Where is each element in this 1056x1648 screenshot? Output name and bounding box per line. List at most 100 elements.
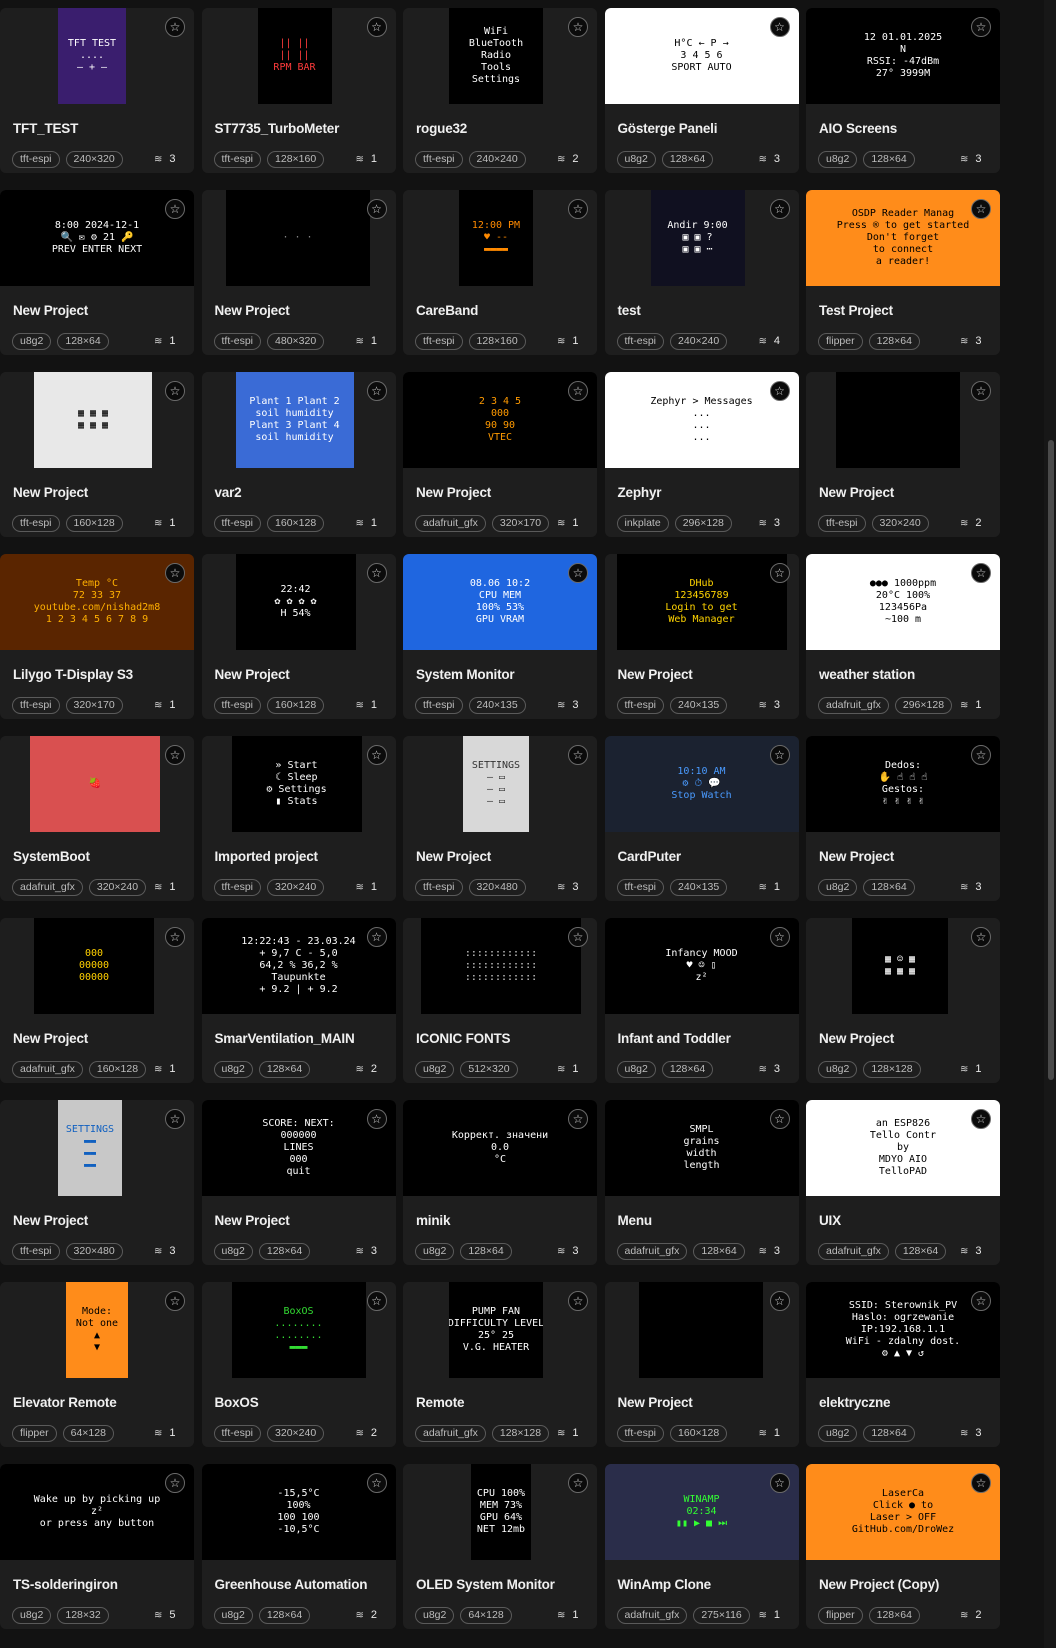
project-title[interactable]: weather station [819, 667, 915, 682]
project-title[interactable]: AIO Screens [819, 121, 897, 136]
project-title[interactable]: New Project (Copy) [819, 1577, 939, 1592]
project-title[interactable]: New Project [819, 485, 894, 500]
project-title[interactable]: WinAmp Clone [618, 1577, 712, 1592]
project-card[interactable]: CPU 100% MEM 73% GPU 64% NET 12mb ☆ OLED Syst… [403, 1464, 597, 1629]
favorite-button[interactable]: ☆ [971, 17, 991, 37]
project-title[interactable]: Gösterge Paneli [618, 121, 718, 136]
project-card[interactable]: 12:00 PM ♥ -- ▬▬▬▬ ☆ CareBand tft-espi 128×160… [403, 190, 597, 355]
project-title[interactable]: TFT_TEST [13, 121, 78, 136]
thumbnail-area[interactable]: BoxOS................ ▬▬▬ [201, 1282, 396, 1378]
favorite-button[interactable]: ☆ [971, 563, 991, 583]
favorite-button[interactable]: ☆ [165, 1473, 185, 1493]
favorite-button[interactable]: ☆ [568, 563, 588, 583]
project-title[interactable]: Test Project [819, 303, 893, 318]
favorite-button[interactable]: ☆ [165, 381, 185, 401]
project-thumbnail[interactable]: WINAMP 02:34 ▮▮ ▶ ■ ⏭ [604, 1464, 799, 1560]
favorite-button[interactable]: ☆ [769, 199, 790, 219]
project-card[interactable]: 10:10 AM ⚙ ⏱ 💬 Stop Watch ☆ CardPuter tft-esp… [604, 736, 799, 901]
project-card[interactable]: ▦ ▦ ▦ ▦ ▦ ▦ ☆ New Project tft-espi 160×128 ≋ 1 [0, 372, 194, 537]
favorite-button[interactable]: ☆ [769, 745, 790, 765]
favorite-button[interactable]: ☆ [366, 1109, 387, 1129]
project-title[interactable]: New Project [13, 303, 88, 318]
project-title[interactable]: New Project [13, 1213, 88, 1228]
project-title[interactable]: Elevator Remote [13, 1395, 117, 1410]
project-title[interactable]: SystemBoot [13, 849, 90, 864]
favorite-button[interactable]: ☆ [971, 1291, 991, 1311]
project-thumbnail[interactable]: ▦ ☺ ▦ ▦ ▦ ▦ [852, 918, 948, 1014]
thumbnail-area[interactable]: 22:42 ✿ ✿ ✿ ✿ H 54% [201, 554, 396, 650]
project-thumbnail[interactable]: || || || || RPM BAR [257, 8, 332, 104]
project-title[interactable]: test [618, 303, 641, 318]
project-title[interactable]: minik [416, 1213, 450, 1228]
project-card[interactable]: ☆ New Project tft-espi 320×240 ≋ 2 [806, 372, 1000, 537]
thumbnail-area[interactable]: Infancy MOOD ♥ ☺ ▯ z² [604, 918, 799, 1014]
project-thumbnail[interactable]: Infancy MOOD ♥ ☺ ▯ z² [604, 918, 799, 1014]
favorite-button[interactable]: ☆ [366, 17, 387, 37]
project-thumbnail[interactable]: 10:10 AM ⚙ ⏱ 💬 Stop Watch [604, 736, 799, 832]
project-card[interactable]: H°C ← P → 3 4 5 6 SPORT AUTO ☆ Gösterge Pane… [604, 8, 799, 173]
favorite-button[interactable]: ☆ [769, 1473, 790, 1493]
favorite-button[interactable]: ☆ [366, 1291, 387, 1311]
thumbnail-area[interactable]: -15,5°C 100% 100 100 -10,5°C [201, 1464, 396, 1560]
project-card[interactable]: an ESP826 Tello Contr by MDYO AIO TelloPAD ☆ U… [806, 1100, 1000, 1265]
project-title[interactable]: Greenhouse Automation [215, 1577, 368, 1592]
project-card[interactable]: » Start ☾ Sleep ⚙ Settings ▮ Stats ☆ Imported… [201, 736, 396, 901]
favorite-button[interactable]: ☆ [165, 927, 185, 947]
thumbnail-area[interactable]: » Start ☾ Sleep ⚙ Settings ▮ Stats [201, 736, 396, 832]
project-title[interactable]: New Project [819, 849, 894, 864]
project-title[interactable]: System Monitor [416, 667, 515, 682]
project-card[interactable]: -15,5°C 100% 100 100 -10,5°C ☆ Greenhouse Aut… [201, 1464, 396, 1629]
project-title[interactable]: New Project [215, 1213, 290, 1228]
favorite-button[interactable]: ☆ [568, 17, 588, 37]
project-title[interactable]: Zephyr [618, 485, 662, 500]
thumbnail-area[interactable] [604, 1282, 799, 1378]
project-card[interactable]: 🍓 ☆ SystemBoot adafruit_gfx 320×240 ≋ 1 [0, 736, 194, 901]
favorite-button[interactable]: ☆ [366, 381, 387, 401]
project-thumbnail[interactable]: PUMP FAN DIFFICULTY LEVEL 25° 25 V.G. HEATE… [449, 1282, 543, 1378]
favorite-button[interactable]: ☆ [769, 1109, 790, 1129]
project-card[interactable]: ●●● 1000ppm 20°C 100% 123456Pa ~100 m ☆ weath… [806, 554, 1000, 719]
project-thumbnail[interactable]: Plant 1 Plant 2 soil humidity Plant 3 Plan… [235, 372, 354, 468]
thumbnail-area[interactable]: SCORE: NEXT: 000000 LINES 000 quit [201, 1100, 396, 1196]
favorite-button[interactable]: ☆ [568, 927, 588, 947]
project-card[interactable]: · · · ☆ New Project tft-espi 480×320 ≋ 1 [201, 190, 396, 355]
project-title[interactable]: ICONIC FONTS [416, 1031, 511, 1046]
favorite-button[interactable]: ☆ [366, 563, 387, 583]
project-card[interactable]: SETTINGS — ▭ — ▭ — ▭ ☆ New Project tft-espi 320… [403, 736, 597, 901]
favorite-button[interactable]: ☆ [971, 927, 991, 947]
project-title[interactable]: Imported project [215, 849, 319, 864]
project-card[interactable]: 08.06 10:2 CPU MEM 100% 53% GPU VRAM ☆ System… [403, 554, 597, 719]
project-thumbnail[interactable]: » Start ☾ Sleep ⚙ Settings ▮ Stats [231, 736, 362, 832]
project-thumbnail[interactable]: :::::::::::::::::::::::::::::::::::: [421, 918, 581, 1014]
project-thumbnail[interactable]: SETTINGS ▬▬ ▬▬ ▬▬ [58, 1100, 122, 1196]
project-thumbnail[interactable]: SETTINGS — ▭ — ▭ — ▭ [463, 736, 529, 832]
project-card[interactable]: Plant 1 Plant 2 soil humidity Plant 3 Plan… [201, 372, 396, 537]
project-title[interactable]: SmarVentilation_MAIN [215, 1031, 355, 1046]
project-thumbnail[interactable]: ▦ ▦ ▦ ▦ ▦ ▦ [34, 372, 152, 468]
favorite-button[interactable]: ☆ [568, 381, 588, 401]
project-card[interactable]: WiFi BlueTooth Radio Tools Settings ☆ rogue32 t… [403, 8, 597, 173]
project-title[interactable]: New Project [416, 485, 491, 500]
project-thumbnail[interactable]: WiFi BlueTooth Radio Tools Settings [449, 8, 543, 104]
project-card[interactable]: SETTINGS ▬▬ ▬▬ ▬▬ ☆ New Project tft-espi 320×48… [0, 1100, 194, 1265]
project-title[interactable]: TS-solderingiron [13, 1577, 118, 1592]
favorite-button[interactable]: ☆ [165, 745, 185, 765]
thumbnail-area[interactable]: 12:22:43 - 23.03.24 + 9,7 C - 5,0 64,2 % 3… [201, 918, 396, 1014]
project-card[interactable]: 000 00000 00000 ☆ New Project adafruit_gfx 160… [0, 918, 194, 1083]
project-thumbnail[interactable]: Andir 9:00 ▣ ▣ ? ▣ ▣ ⋯ [650, 190, 745, 286]
project-title[interactable]: BoxOS [215, 1395, 259, 1410]
project-title[interactable]: New Project [13, 485, 88, 500]
project-card[interactable]: WINAMP 02:34 ▮▮ ▶ ■ ⏭ ☆ WinAmp Clone adafruit… [604, 1464, 799, 1629]
favorite-button[interactable]: ☆ [366, 745, 387, 765]
project-title[interactable]: New Project [13, 1031, 88, 1046]
project-title[interactable]: New Project [416, 849, 491, 864]
project-title[interactable]: New Project [215, 303, 290, 318]
favorite-button[interactable]: ☆ [971, 381, 991, 401]
project-title[interactable]: OLED System Monitor [416, 1577, 555, 1592]
project-card[interactable]: 12:22:43 - 23.03.24 + 9,7 C - 5,0 64,2 % 3… [201, 918, 396, 1083]
favorite-button[interactable]: ☆ [769, 381, 790, 401]
project-title[interactable]: New Project [819, 1031, 894, 1046]
thumbnail-area[interactable]: 10:10 AM ⚙ ⏱ 💬 Stop Watch [604, 736, 799, 832]
favorite-button[interactable]: ☆ [971, 1473, 991, 1493]
project-thumbnail[interactable]: 22:42 ✿ ✿ ✿ ✿ H 54% [235, 554, 356, 650]
